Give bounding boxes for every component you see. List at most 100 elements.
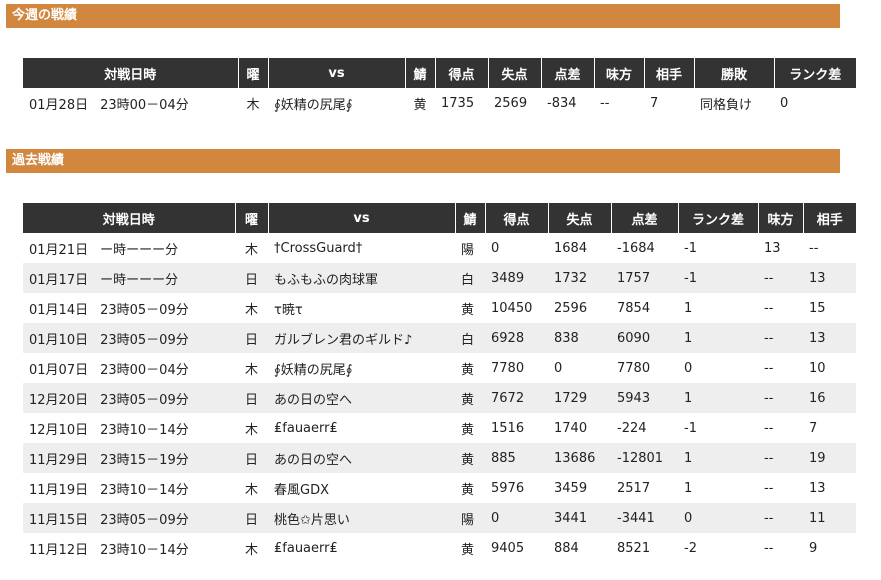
cell-vs: ∮妖精の尻尾∮ (274, 362, 353, 378)
cell-server: 陽 (461, 512, 475, 528)
cell-datetime: 01月14日 23時05－09分 (23, 293, 235, 323)
cell-lost: 13686 (554, 450, 596, 466)
table-row: 01月07日 23時00－04分 木 ∮妖精の尻尾∮ 黄 7780 0 7780 0 -- 10 (23, 353, 856, 383)
cell-lost: 1684 (554, 240, 588, 256)
column-header: 相手 (643, 58, 694, 88)
cell-lost: 2596 (554, 300, 588, 316)
cell-vs: ₤fauaerr₤ (274, 420, 338, 436)
cell-score: 885 (491, 450, 516, 466)
cell-rank_diff: 1 (684, 480, 693, 496)
cell-ally: -- (764, 540, 774, 556)
cell-server: 白 (461, 272, 475, 288)
cell-ally: -- (764, 360, 774, 376)
date-text: 01月17日 (29, 272, 89, 288)
cell-server: 黄 (461, 482, 475, 498)
table-row: 11月12日 23時10－14分 木 ₤fauaerr₤ 黄 9405 884 8521 -2 -… (23, 533, 856, 563)
cell-lost: 3441 (554, 510, 588, 526)
time-text: 23時05－09分 (100, 302, 189, 318)
cell-score: 1516 (491, 420, 525, 436)
cell-vs: ガルブレン君のギルド♪ (274, 332, 413, 348)
cell-ally: -- (764, 300, 774, 316)
time-text: 23時05－09分 (100, 392, 189, 408)
cell-datetime: 11月19日 23時10－14分 (23, 473, 235, 503)
cell-score: 6928 (491, 330, 525, 346)
cell-server: 白 (461, 332, 475, 348)
this-week-header-row: 対戦日時曜 vs 鯖得点 失点 点差 味方 相手 勝敗 ランク差 (23, 58, 856, 88)
cell-day: 木 (244, 242, 258, 258)
this-week-table: 対戦日時曜 vs 鯖得点 失点 点差 味方 相手 勝敗 ランク差 01月28日 23時00－04分… (23, 58, 856, 118)
cell-lost: 0 (554, 360, 563, 376)
table-row: 12月20日 23時05－09分 日あの日の空へ 黄 7672 1729 5943 1 -- 16 (23, 383, 856, 413)
time-text: 23時10－14分 (100, 482, 189, 498)
cell-ally: -- (764, 420, 774, 436)
column-header: 味方 (757, 203, 803, 233)
date-text: 11月19日 (29, 482, 89, 498)
cell-datetime: 01月17日 ー時ーーー分 (23, 263, 235, 293)
time-text: 23時10－14分 (100, 542, 189, 558)
cell-day: 木 (244, 302, 258, 318)
table-row: 01月10日 23時05－09分 日ガルブレン君のギルド♪ 白 6928 838 6090 1… (23, 323, 856, 353)
cell-datetime: 12月10日 23時10－14分 (23, 413, 235, 443)
cell-day: 木 (244, 422, 258, 438)
cell-enemy: 19 (809, 450, 826, 466)
cell-diff: 5943 (617, 390, 651, 406)
cell-vs: あの日の空へ (274, 392, 353, 408)
table-row: 12月10日 23時10－14分 木 ₤fauaerr₤ 黄 1516 1740 -224 -1… (23, 413, 856, 443)
cell-lost: 1732 (554, 270, 588, 286)
cell-diff: -224 (617, 420, 647, 436)
past-record-heading: 過去戦績 (6, 149, 840, 173)
date-text: 01月28日 (29, 97, 89, 113)
cell-enemy: -- (809, 240, 819, 256)
cell-day: 木 (244, 542, 258, 558)
cell-day: 日 (244, 332, 258, 348)
column-header: 点差 (610, 203, 678, 233)
cell-datetime: 01月10日 23時05－09分 (23, 323, 235, 353)
date-text: 01月14日 (29, 302, 89, 318)
cell-score: 7780 (491, 360, 525, 376)
cell-day: 木 (246, 97, 260, 113)
cell-result: 同格負け (700, 97, 753, 113)
cell-datetime: 01月21日 ー時ーーー分 (23, 233, 235, 263)
table-row: 01月28日 23時00－04分 木 ∮妖精の尻尾∮ 黄 1735 2569 -834 -- 7 同… (23, 88, 856, 118)
table-row: 01月21日 ー時ーーー分木 †CrossGuard† 陽 0 1684 -1684 -1 13… (23, 233, 856, 263)
cell-enemy: 10 (809, 360, 826, 376)
cell-score: 9405 (491, 540, 525, 556)
cell-server: 黄 (461, 362, 475, 378)
cell-datetime: 11月29日 23時15－19分 (23, 443, 235, 473)
cell-ally: 13 (764, 240, 781, 256)
column-header: 対戦日時 (23, 203, 235, 233)
cell-ally: -- (764, 270, 774, 286)
cell-vs: もふもふの肉球軍 (274, 272, 379, 288)
cell-rank_diff: 1 (684, 300, 693, 316)
column-header: 鯖 (454, 203, 485, 233)
cell-lost: 884 (554, 540, 579, 556)
cell-enemy: 11 (809, 510, 826, 526)
past-record-header-row: 対戦日時曜 vs 鯖得点 失点 点差 ランク差 味方 相手 (23, 203, 856, 233)
column-header: 相手 (802, 203, 856, 233)
date-text: 01月07日 (29, 362, 89, 378)
cell-ally: -- (764, 480, 774, 496)
cell-diff: -834 (547, 95, 577, 111)
cell-diff: 6090 (617, 330, 651, 346)
time-text: 23時00－04分 (100, 362, 189, 378)
cell-score: 10450 (491, 300, 533, 316)
column-header: vs (267, 58, 405, 88)
cell-enemy: 13 (809, 330, 826, 346)
date-text: 12月20日 (29, 392, 89, 408)
date-text: 12月10日 (29, 422, 89, 438)
cell-score: 1735 (441, 95, 475, 111)
cell-score: 7672 (491, 390, 525, 406)
cell-score: 0 (491, 240, 500, 256)
cell-day: 日 (244, 272, 258, 288)
column-header: 勝敗 (693, 58, 774, 88)
column-header: ランク差 (773, 58, 856, 88)
cell-vs: †CrossGuard† (274, 240, 363, 256)
cell-ally: -- (764, 390, 774, 406)
date-text: 01月21日 (29, 242, 89, 258)
cell-day: 木 (244, 482, 258, 498)
cell-rank_diff: 1 (684, 450, 693, 466)
column-header: vs (267, 203, 455, 233)
cell-rank_diff: 1 (684, 390, 693, 406)
cell-diff: 1757 (617, 270, 651, 286)
cell-diff: -1684 (617, 240, 655, 256)
